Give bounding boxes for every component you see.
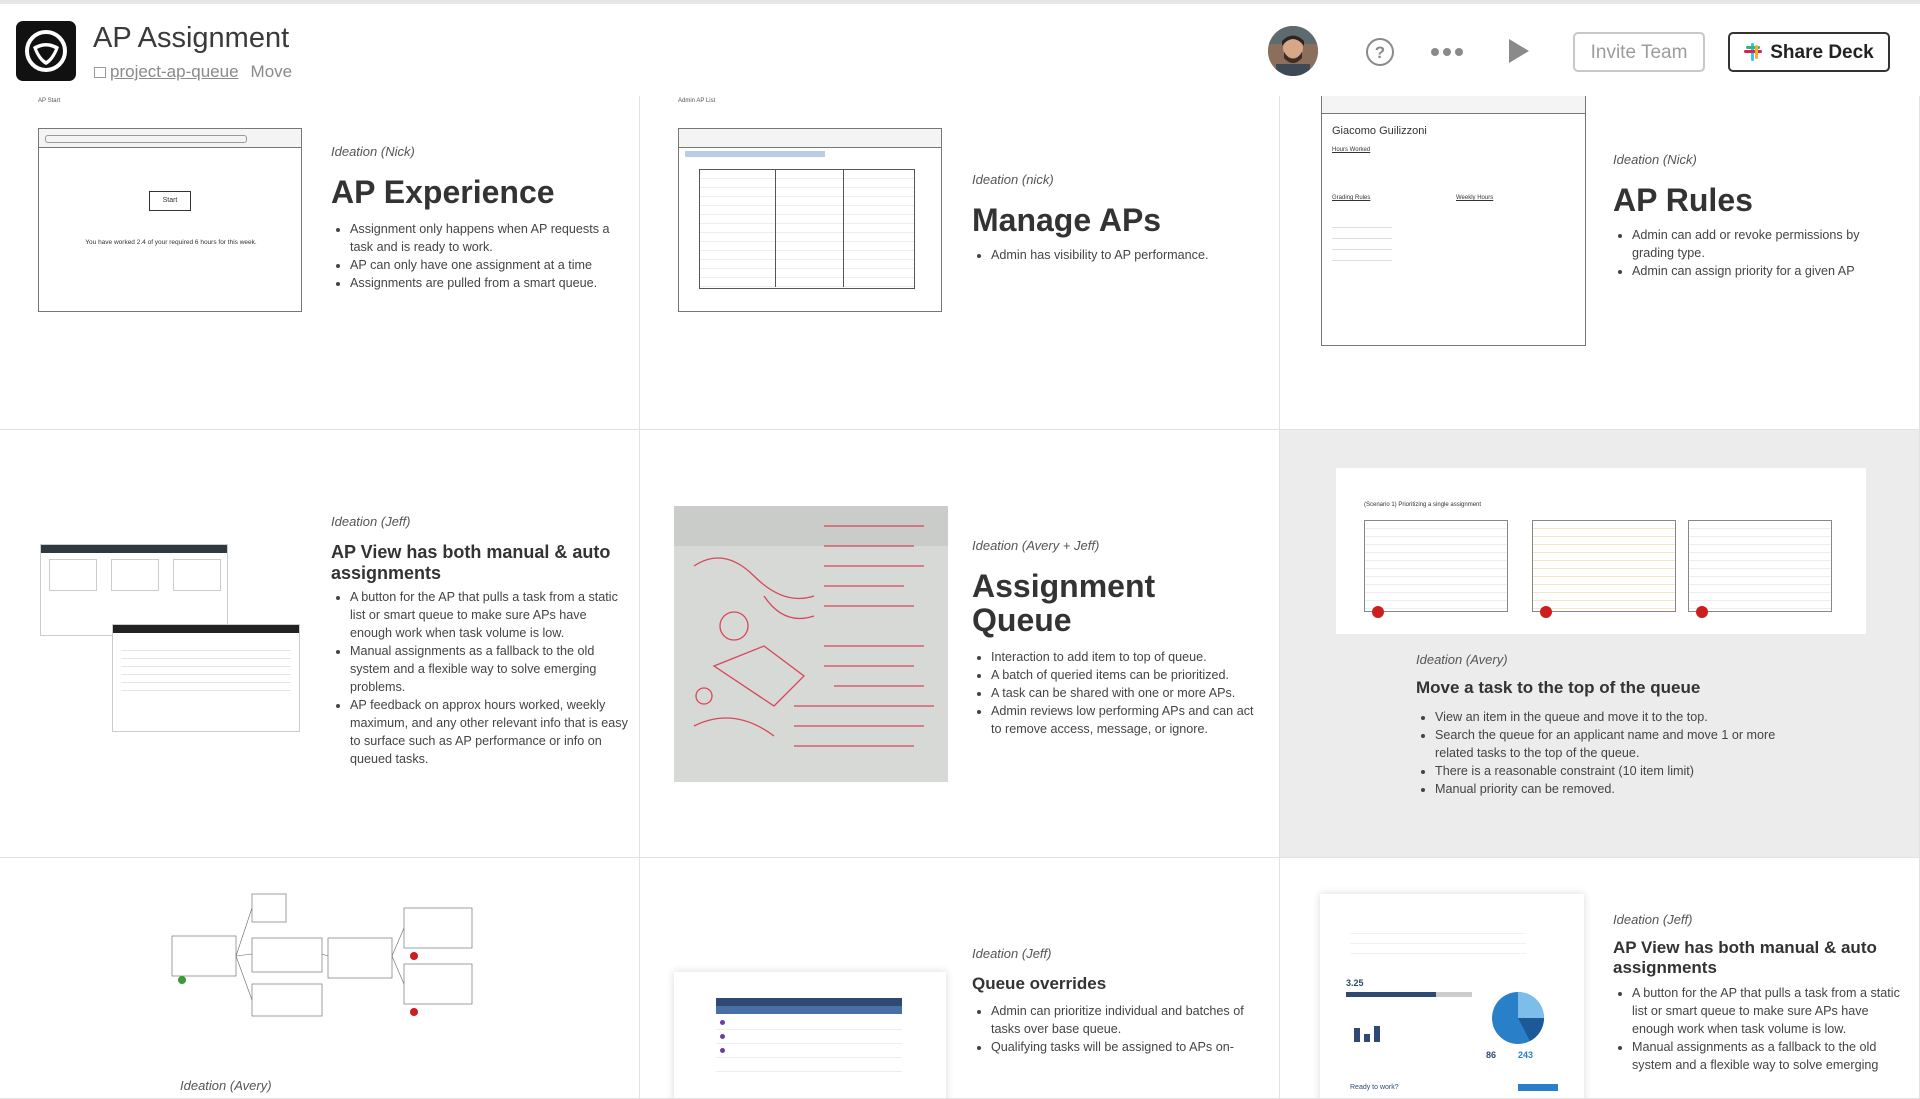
- bullet: Search the queue for an applicant name a…: [1435, 726, 1815, 762]
- thumb-rules-label: Grading Rules: [1332, 195, 1371, 201]
- card-bullets: A button for the AP that pulls a task fr…: [333, 588, 632, 768]
- card-ap-view-manual-auto[interactable]: Ideation (Jeff) AP View has both manual …: [0, 430, 640, 858]
- bullet: View an item in the queue and move it to…: [1435, 708, 1815, 726]
- thumb-text: You have worked 2.4 of your required 6 h…: [85, 239, 257, 246]
- invite-team-button[interactable]: Invite Team: [1573, 32, 1705, 72]
- thumb-weekly-label: Weekly Hours: [1456, 195, 1494, 201]
- card-bullets: Assignment only happens when AP requests…: [333, 220, 624, 292]
- admin-thumbnail: [112, 624, 300, 732]
- bullet: Qualifying tasks will be assigned to APs…: [991, 1038, 1273, 1056]
- thumb-start-button: Start: [149, 191, 191, 211]
- bullet: Assignments are pulled from a smart queu…: [350, 274, 624, 292]
- card-flow-diagram[interactable]: Ideation (Avery): [0, 858, 640, 1099]
- card-queue-overrides[interactable]: Ideation (Jeff) Queue overrides Admin ca…: [640, 858, 1280, 1099]
- play-icon[interactable]: [1506, 37, 1532, 65]
- bullet: AP can only have one assignment at a tim…: [350, 256, 624, 274]
- card-label: Ideation (Nick): [331, 144, 415, 159]
- deck-title: AP Assignment: [93, 22, 290, 54]
- queue-thumbnail: [674, 972, 946, 1098]
- bullet: There is a reasonable constraint (10 ite…: [1435, 762, 1815, 780]
- deck-canvas: AP Start Start You have worked 2.4 of yo…: [0, 96, 1920, 1099]
- ap-dashboard-thumbnail: 3.25 86 243 Ready to work?: [1320, 894, 1584, 1098]
- card-heading: Assignment Queue: [972, 568, 1156, 638]
- bullet: Manual priority can be removed.: [1435, 780, 1815, 798]
- card-heading: AP View has both manual & auto assignmen…: [331, 542, 611, 583]
- bullet: Admin can add or revoke permissions by g…: [1632, 226, 1902, 262]
- card-heading: Manage APs: [972, 202, 1162, 238]
- card-bullets: Admin can add or revoke permissions by g…: [1615, 226, 1902, 280]
- pie-thumbnail: [1492, 992, 1544, 1044]
- card-heading: Queue overrides: [972, 974, 1107, 993]
- dashboard-thumbnail: [40, 544, 228, 636]
- breadcrumb: project-ap-queue Move: [94, 62, 292, 82]
- card-ap-experience[interactable]: AP Start Start You have worked 2.4 of yo…: [0, 96, 640, 430]
- bullet: AP feedback on approx hours worked, week…: [350, 696, 632, 768]
- slack-icon: [1744, 43, 1763, 61]
- bullet: Interaction to add item to top of queue.: [991, 648, 1267, 666]
- card-bullets: Interaction to add item to top of queue.…: [974, 648, 1267, 738]
- thumb-title: AP Start: [38, 98, 61, 104]
- whiteboard-photo: [674, 506, 948, 782]
- svg-text:?: ?: [1375, 43, 1385, 62]
- app-header: AP Assignment project-ap-queue Move ? Inv…: [0, 4, 1920, 97]
- card-label: Ideation (Avery): [180, 1078, 272, 1093]
- folder-icon: [94, 67, 106, 78]
- bullet: Manual assignments as a fallback to the …: [1632, 1038, 1912, 1074]
- card-assignment-queue[interactable]: Ideation (Avery + Jeff) Assignment Queue…: [640, 430, 1280, 858]
- bullet: Manual assignments as a fallback to the …: [350, 642, 632, 696]
- bullet: Admin can assign priority for a given AP: [1632, 262, 1902, 280]
- share-deck-label: Share Deck: [1770, 42, 1874, 63]
- thumb-hours-label: Hours Worked: [1332, 147, 1371, 153]
- card-heading: Move a task to the top of the queue: [1416, 678, 1701, 697]
- wireframe-thumbnail: [678, 128, 942, 312]
- flow-diagram-thumbnail: [171, 893, 473, 1017]
- bullet: Admin has visibility to AP performance.: [991, 246, 1271, 264]
- thumb-name: Giacomo Guilizzoni: [1332, 125, 1427, 137]
- card-label: Ideation (Avery + Jeff): [972, 538, 1100, 553]
- user-avatar[interactable]: [1268, 26, 1318, 76]
- thumb-cta: Ready to work?: [1350, 1084, 1399, 1091]
- bullet: Assignment only happens when AP requests…: [350, 220, 624, 256]
- card-label: Ideation (nick): [972, 172, 1054, 187]
- help-icon[interactable]: ?: [1364, 36, 1396, 68]
- bullet: Admin can prioritize individual and batc…: [991, 1002, 1273, 1038]
- card-label: Ideation (Jeff): [1613, 912, 1693, 927]
- share-deck-button[interactable]: Share Deck: [1728, 32, 1890, 72]
- thumb-title: Admin AP List: [678, 98, 716, 104]
- bullet: A button for the AP that pulls a task fr…: [1632, 984, 1912, 1038]
- card-label: Ideation (Nick): [1613, 152, 1697, 167]
- thumb-stat-1: 86: [1486, 1050, 1497, 1060]
- project-link[interactable]: project-ap-queue: [110, 62, 239, 81]
- thumb-stat-2: 243: [1518, 1050, 1534, 1060]
- bullet: A button for the AP that pulls a task fr…: [350, 588, 632, 642]
- card-bullets: Admin has visibility to AP performance.: [974, 246, 1271, 264]
- card-heading: AP View has both manual & auto assignmen…: [1613, 938, 1877, 977]
- move-link[interactable]: Move: [251, 62, 293, 81]
- deck-logo[interactable]: [16, 21, 76, 81]
- bullet: A task can be shared with one or more AP…: [991, 684, 1267, 702]
- card-label: Ideation (Jeff): [331, 514, 411, 529]
- card-heading: AP Rules: [1613, 182, 1753, 218]
- card-ap-rules[interactable]: Giacomo Guilizzoni Hours Worked Grading …: [1280, 96, 1920, 430]
- card-bullets: Admin can prioritize individual and batc…: [974, 1002, 1273, 1056]
- card-bullets: View an item in the queue and move it to…: [1418, 708, 1815, 798]
- card-move-to-top[interactable]: (Scenario 1) Prioritizing a single assig…: [1280, 430, 1920, 858]
- card-bullets: A button for the AP that pulls a task fr…: [1615, 984, 1912, 1074]
- thumb-hours-value: 3.25: [1346, 978, 1364, 988]
- wireframe-thumbnail: Start You have worked 2.4 of your requir…: [38, 128, 302, 312]
- bullet: Admin reviews low performing APs and can…: [991, 702, 1267, 738]
- bullet: A batch of queried items can be prioriti…: [991, 666, 1267, 684]
- scenario-thumbnail: (Scenario 1) Prioritizing a single assig…: [1336, 468, 1866, 634]
- card-label: Ideation (Avery): [1416, 652, 1508, 667]
- card-heading: AP Experience: [331, 174, 555, 210]
- card-manage-aps[interactable]: Admin AP List Ideation (nick) Manage APs…: [640, 96, 1280, 430]
- card-ap-view-dashboard[interactable]: 3.25 86 243 Ready to work? Ideation (Jef…: [1280, 858, 1920, 1099]
- wireframe-thumbnail: Giacomo Guilizzoni Hours Worked Grading …: [1321, 96, 1586, 346]
- thumb-title: (Scenario 1) Prioritizing a single assig…: [1364, 502, 1482, 508]
- more-icon[interactable]: [1430, 46, 1464, 58]
- card-label: Ideation (Jeff): [972, 946, 1052, 961]
